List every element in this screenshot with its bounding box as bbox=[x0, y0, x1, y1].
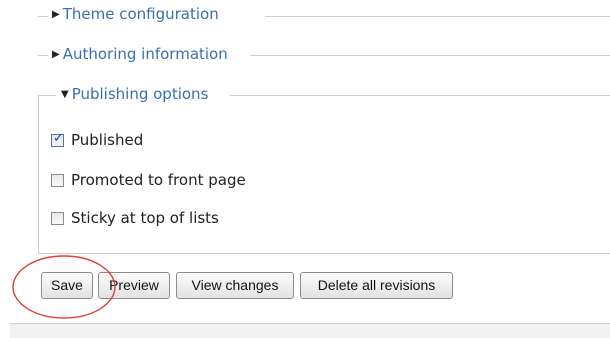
sticky-option[interactable]: Sticky at top of lists bbox=[51, 209, 219, 227]
published-checkbox[interactable]: ✓ bbox=[51, 130, 64, 147]
published-label[interactable]: Published bbox=[71, 131, 143, 149]
save-button[interactable]: Save bbox=[41, 272, 93, 299]
publishing-fieldset-border-left bbox=[38, 95, 39, 253]
publishing-fieldset-border-top bbox=[38, 95, 56, 96]
theme-configuration-legend[interactable]: ▶ Theme configuration bbox=[50, 5, 222, 23]
promoted-label[interactable]: Promoted to front page bbox=[71, 171, 246, 189]
publishing-options-label: Publishing options bbox=[71, 85, 209, 103]
theme-configuration-label: Theme configuration bbox=[62, 5, 219, 23]
triangle-right-icon: ▶ bbox=[52, 48, 60, 60]
delete-all-revisions-button[interactable]: Delete all revisions bbox=[300, 272, 453, 299]
sticky-checkbox[interactable] bbox=[51, 211, 64, 225]
triangle-right-icon: ▶ bbox=[52, 8, 60, 20]
published-option[interactable]: ✓ Published bbox=[51, 131, 143, 149]
page-footer-bar bbox=[10, 323, 610, 338]
authoring-information-label: Authoring information bbox=[62, 45, 228, 63]
authoring-information-legend[interactable]: ▶ Authoring information bbox=[50, 45, 231, 63]
authoring-fieldset-border bbox=[250, 55, 610, 56]
sticky-label[interactable]: Sticky at top of lists bbox=[71, 209, 219, 227]
theme-fieldset-border bbox=[38, 16, 48, 17]
view-changes-button[interactable]: View changes bbox=[176, 272, 294, 299]
theme-fieldset-border bbox=[265, 16, 610, 17]
publishing-fieldset-border-top bbox=[230, 95, 610, 96]
publishing-fieldset-border-bottom bbox=[38, 253, 610, 254]
publishing-options-legend[interactable]: ▼ Publishing options bbox=[59, 85, 212, 103]
preview-button[interactable]: Preview bbox=[98, 272, 170, 299]
triangle-down-icon: ▼ bbox=[61, 88, 69, 100]
checkmark-icon: ✓ bbox=[53, 130, 64, 146]
authoring-fieldset-border bbox=[38, 55, 48, 56]
promoted-checkbox[interactable] bbox=[51, 173, 64, 187]
promoted-option[interactable]: Promoted to front page bbox=[51, 171, 246, 189]
